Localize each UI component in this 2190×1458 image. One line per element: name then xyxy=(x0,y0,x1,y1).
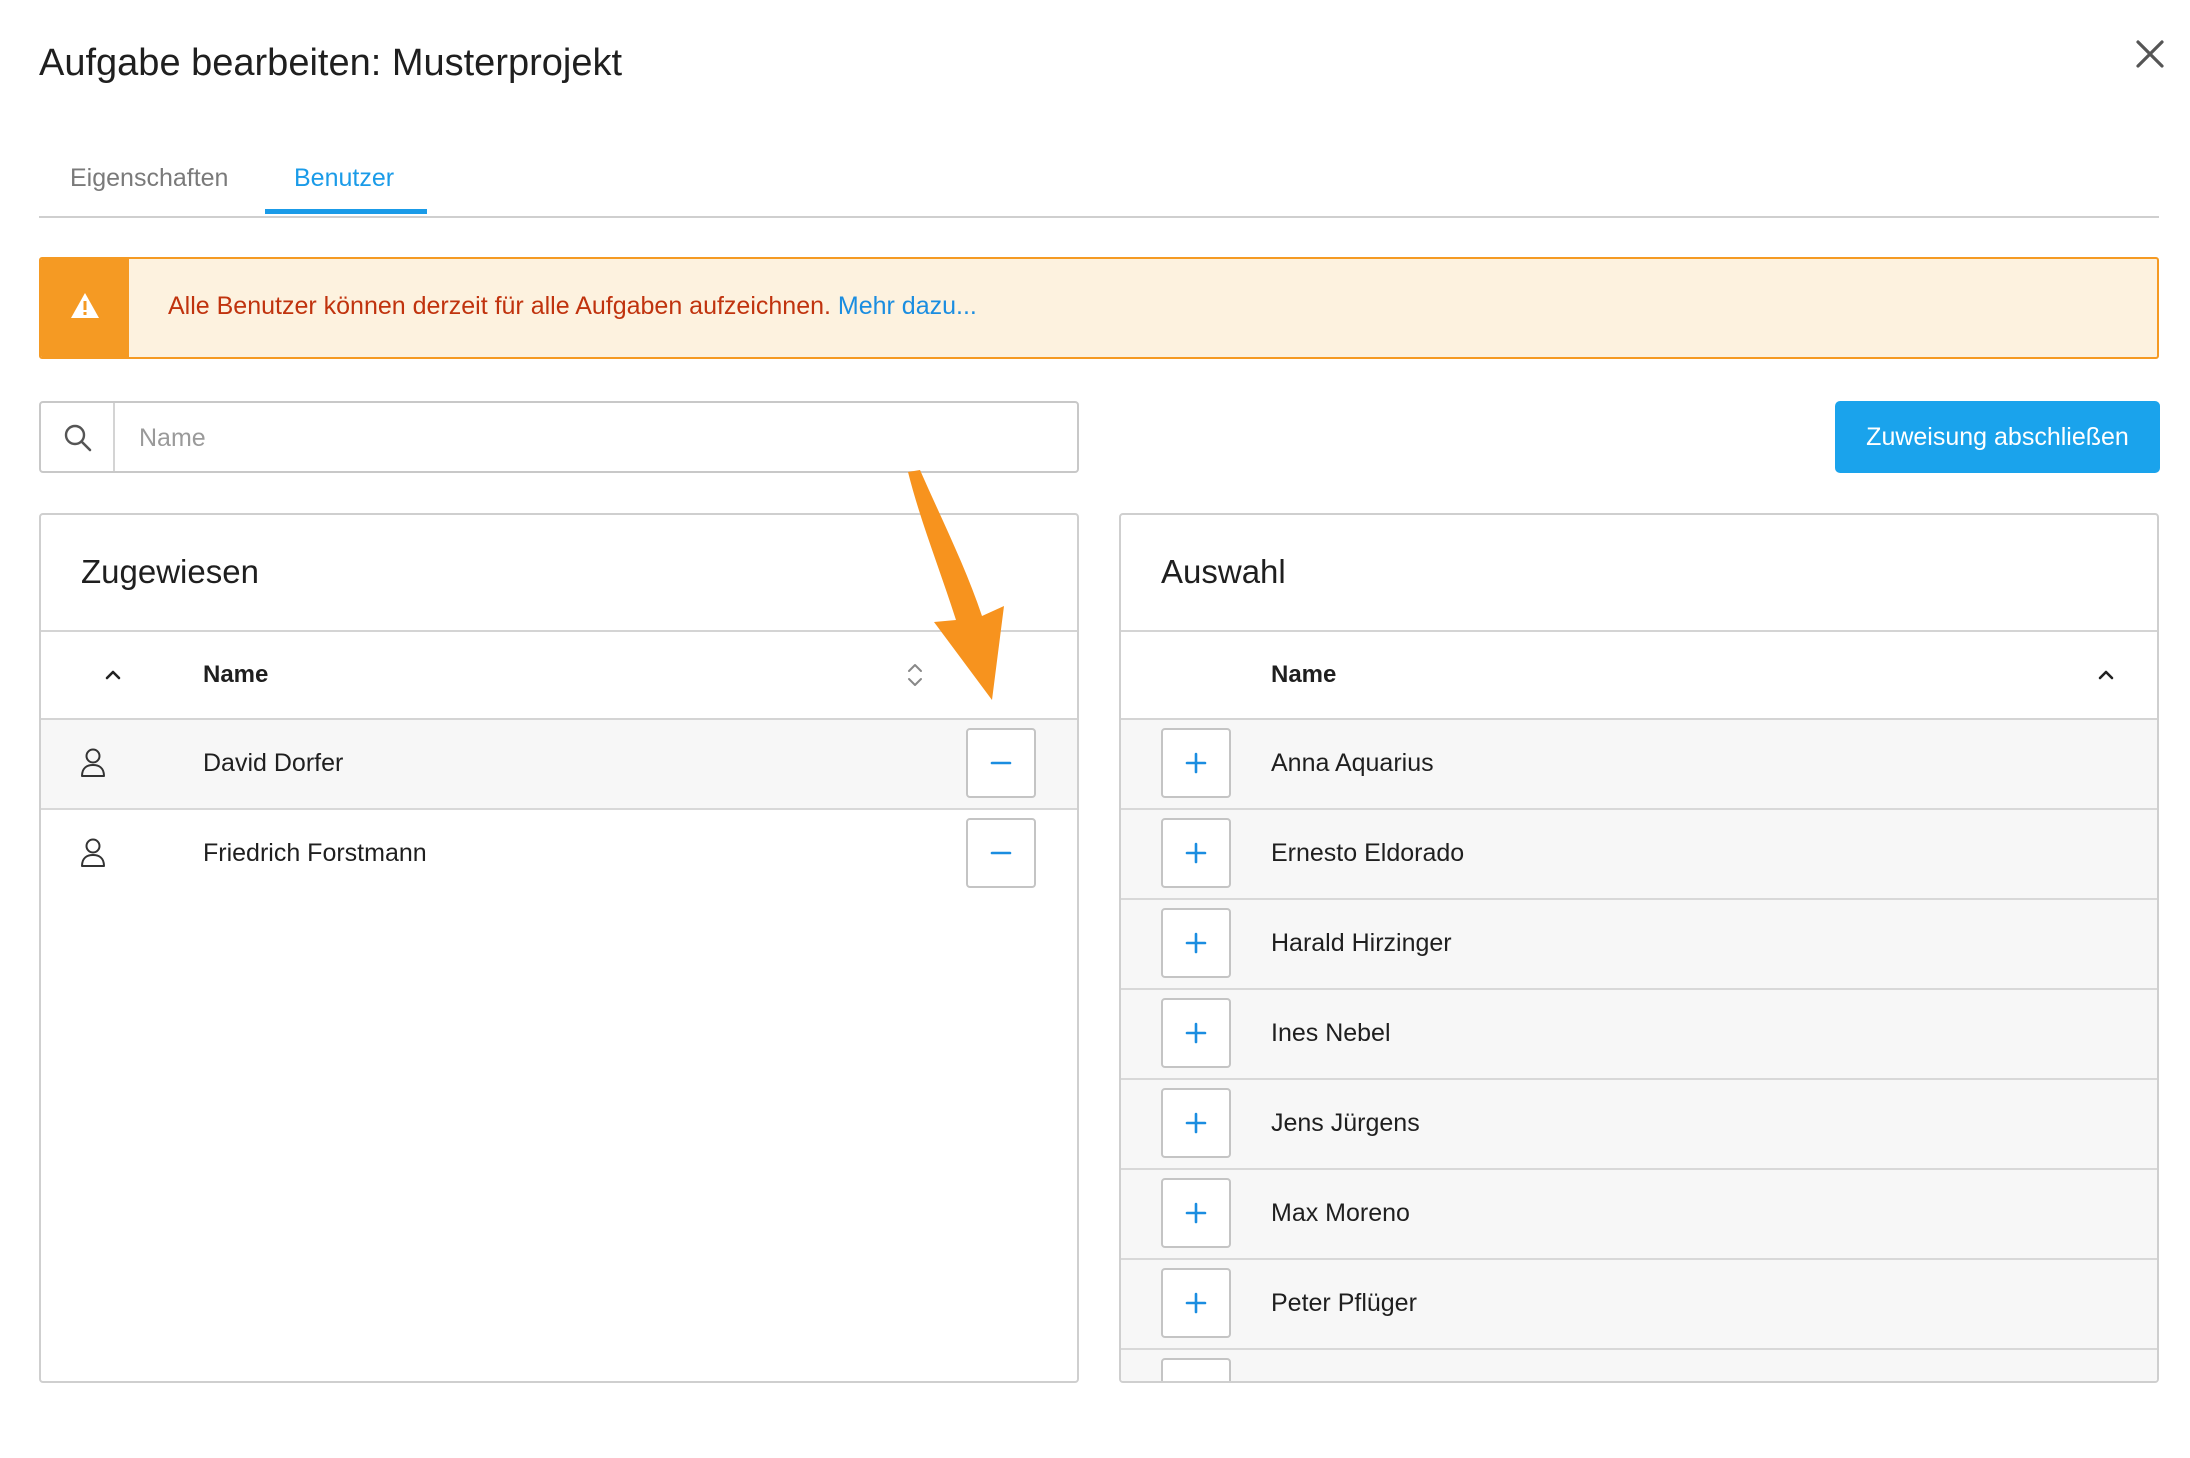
table-row: David Dorfer xyxy=(41,720,1077,810)
selection-user-name: Anna Aquarius xyxy=(1271,749,1434,777)
selection-table-header: Name xyxy=(1121,630,2157,720)
selection-user-name: Ines Nebel xyxy=(1271,1019,1391,1047)
add-user-button[interactable] xyxy=(1161,908,1231,978)
chevron-up-icon[interactable] xyxy=(2096,668,2116,682)
plus-icon xyxy=(1185,1292,1207,1314)
search-icon xyxy=(64,424,92,452)
remove-user-button[interactable] xyxy=(966,818,1036,888)
table-row: Jens Jürgens xyxy=(1121,1080,2157,1170)
plus-icon xyxy=(1185,932,1207,954)
user-icon xyxy=(81,748,105,777)
selection-user-name: Ernesto Eldorado xyxy=(1271,839,1465,867)
table-row xyxy=(1121,1350,2157,1381)
selection-panel: Auswahl Name Anna Aquarius Ernesto Eldor… xyxy=(1119,513,2159,1383)
tab-benutzer[interactable]: Benutzer xyxy=(294,164,394,193)
assigned-panel: Zugewiesen Name David Dorfer Friedrich F… xyxy=(39,513,1079,1383)
selection-column-name[interactable]: Name xyxy=(1271,661,1336,689)
add-user-button[interactable] xyxy=(1161,1358,1231,1381)
search-icon-box xyxy=(41,403,115,471)
alert-icon-box xyxy=(41,259,129,357)
warning-alert: Alle Benutzer können derzeit für alle Au… xyxy=(39,257,2159,359)
selection-user-name: Harald Hirzinger xyxy=(1271,929,1452,957)
table-row: Ines Nebel xyxy=(1121,990,2157,1080)
tab-eigenschaften[interactable]: Eigenschaften xyxy=(70,164,228,193)
sort-updown-icon[interactable] xyxy=(905,660,925,690)
search-box xyxy=(39,401,1079,473)
add-user-button[interactable] xyxy=(1161,998,1231,1068)
table-row: Anna Aquarius xyxy=(1121,720,2157,810)
close-icon xyxy=(2136,40,2164,68)
finish-assignment-button[interactable]: Zuweisung abschließen xyxy=(1835,401,2160,473)
plus-icon xyxy=(1185,1022,1207,1044)
plus-icon xyxy=(1185,752,1207,774)
plus-icon xyxy=(1185,1202,1207,1224)
remove-user-button[interactable] xyxy=(966,728,1036,798)
plus-icon xyxy=(1185,842,1207,864)
minus-icon xyxy=(990,851,1012,855)
selection-panel-title: Auswahl xyxy=(1161,553,1286,590)
warning-triangle-icon xyxy=(71,293,99,318)
alert-text: Alle Benutzer können derzeit für alle Au… xyxy=(168,292,831,320)
add-user-button[interactable] xyxy=(1161,818,1231,888)
dialog-title: Aufgabe bearbeiten: Musterprojekt xyxy=(39,42,623,84)
selection-rows: Anna Aquarius Ernesto Eldorado Harald Hi… xyxy=(1121,720,2157,1381)
selection-user-name: Max Moreno xyxy=(1271,1199,1410,1227)
user-icon xyxy=(81,838,105,867)
add-user-button[interactable] xyxy=(1161,728,1231,798)
add-user-button[interactable] xyxy=(1161,1268,1231,1338)
chevron-up-icon[interactable] xyxy=(103,668,123,682)
assigned-user-name: Friedrich Forstmann xyxy=(203,839,427,867)
assigned-column-name[interactable]: Name xyxy=(203,661,268,689)
table-row: Max Moreno xyxy=(1121,1170,2157,1260)
more-info-link[interactable]: Mehr dazu... xyxy=(838,292,977,320)
table-row: Ernesto Eldorado xyxy=(1121,810,2157,900)
alert-message: Alle Benutzer können derzeit für alle Au… xyxy=(168,292,977,321)
minus-icon xyxy=(990,761,1012,765)
selection-user-name: Jens Jürgens xyxy=(1271,1109,1420,1137)
tab-bar: Eigenschaften Benutzer xyxy=(39,150,2159,218)
plus-icon xyxy=(1185,1112,1207,1134)
active-tab-indicator xyxy=(265,209,427,214)
assigned-panel-title: Zugewiesen xyxy=(81,553,259,590)
selection-user-name: Peter Pflüger xyxy=(1271,1289,1417,1317)
add-user-button[interactable] xyxy=(1161,1088,1231,1158)
assigned-rows: David Dorfer Friedrich Forstmann xyxy=(41,720,1077,900)
assigned-table-header: Name xyxy=(41,630,1077,720)
table-row: Peter Pflüger xyxy=(1121,1260,2157,1350)
table-row: Friedrich Forstmann xyxy=(41,810,1077,900)
search-input[interactable] xyxy=(137,417,1041,459)
close-button[interactable] xyxy=(2128,32,2172,76)
add-user-button[interactable] xyxy=(1161,1178,1231,1248)
table-row: Harald Hirzinger xyxy=(1121,900,2157,990)
assigned-user-name: David Dorfer xyxy=(203,749,344,777)
